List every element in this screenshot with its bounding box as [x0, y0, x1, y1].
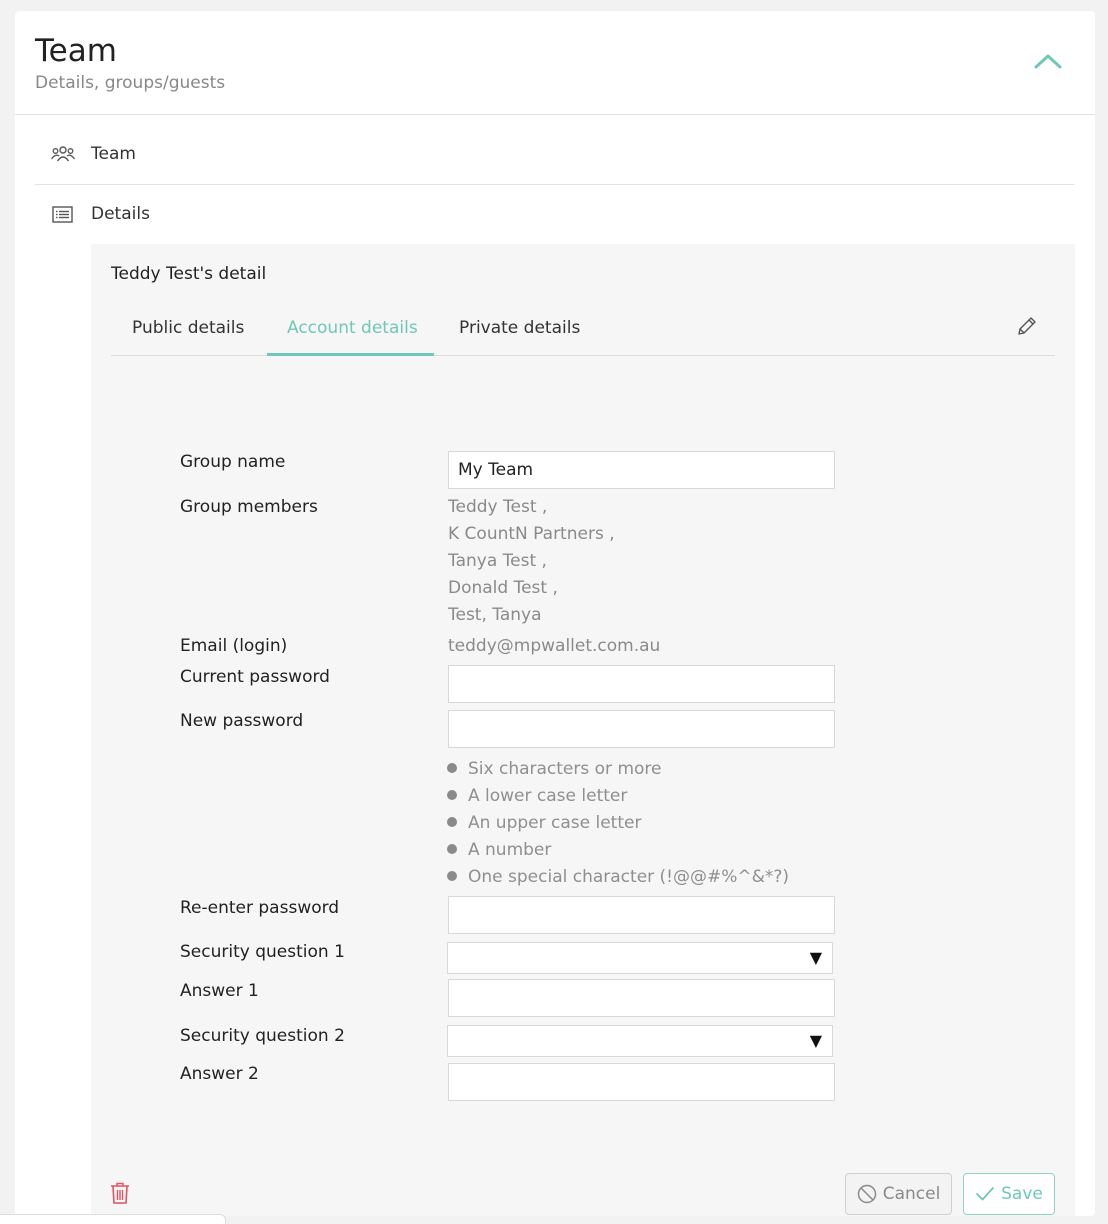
check-icon: [976, 1187, 995, 1201]
bullet-icon: [447, 790, 457, 800]
card-header: Team Details, groups/guests: [15, 11, 1095, 115]
group-name-input[interactable]: [448, 451, 835, 489]
password-rule-text: A number: [468, 840, 552, 860]
nav-item-team-label: Team: [91, 144, 136, 164]
nav-item-details[interactable]: Details: [35, 185, 1075, 245]
page-subtitle: Details, groups/guests: [35, 73, 226, 93]
email-value: teddy@mpwallet.com.au: [448, 636, 661, 656]
email-label: Email (login): [180, 636, 288, 656]
ban-icon: [857, 1184, 876, 1204]
bullet-icon: [447, 763, 457, 773]
cancel-button-label: Cancel: [882, 1184, 941, 1204]
nav-item-team[interactable]: Team: [35, 125, 1075, 185]
group-member-item: Donald Test ,: [448, 578, 558, 598]
reenter-password-input[interactable]: [448, 896, 835, 934]
security-question-2-label: Security question 2: [180, 1026, 345, 1046]
security-question-2-select[interactable]: ▼: [447, 1025, 833, 1057]
current-password-input[interactable]: [448, 665, 835, 703]
password-rule-text: An upper case letter: [468, 813, 642, 833]
bullet-icon: [447, 817, 457, 827]
group-name-label: Group name: [180, 452, 286, 472]
team-card: Team Details, groups/guests Team Details: [15, 11, 1095, 1216]
nav-item-details-label: Details: [91, 204, 150, 224]
answer-2-label: Answer 2: [180, 1064, 259, 1084]
security-question-1-select[interactable]: ▼: [447, 942, 833, 974]
password-rule: A lower case letter: [447, 786, 627, 806]
answer-2-input[interactable]: [448, 1063, 835, 1101]
group-member-item: Tanya Test ,: [448, 551, 547, 571]
group-member-item: Teddy Test ,: [448, 497, 548, 517]
save-button[interactable]: Save: [963, 1173, 1055, 1215]
panel-title: Teddy Test's detail: [111, 264, 267, 284]
password-rule: An upper case letter: [447, 813, 641, 833]
new-password-input[interactable]: [448, 710, 835, 748]
team-icon: [51, 146, 75, 162]
group-member-item: K CountN Partners ,: [448, 524, 615, 544]
active-tab-indicator: [267, 353, 434, 356]
bullet-icon: [447, 871, 457, 881]
chevron-down-icon: ▼: [809, 948, 822, 967]
save-button-label: Save: [1001, 1184, 1043, 1204]
password-rule-text: A lower case letter: [468, 786, 628, 806]
current-password-label: Current password: [180, 667, 330, 687]
tab-private-details[interactable]: Private details: [459, 318, 580, 356]
password-rule: One special character (!@@#%^&*?): [447, 867, 789, 887]
password-rule: A number: [447, 840, 551, 860]
bullet-icon: [447, 844, 457, 854]
pencil-icon[interactable]: [1015, 314, 1039, 338]
answer-1-label: Answer 1: [180, 981, 259, 1001]
group-member-item: Test, Tanya: [448, 605, 542, 625]
tab-bar: Public details Account details Private d…: [111, 310, 1055, 356]
list-icon: [52, 206, 73, 223]
security-question-1-label: Security question 1: [180, 942, 345, 962]
page-title: Team: [35, 33, 117, 69]
password-rule-text: Six characters or more: [468, 759, 662, 779]
tab-public-details[interactable]: Public details: [132, 318, 244, 356]
cancel-button[interactable]: Cancel: [845, 1173, 952, 1215]
chevron-up-icon[interactable]: [1033, 49, 1063, 73]
reenter-password-label: Re-enter password: [180, 898, 340, 918]
chevron-down-icon: ▼: [809, 1031, 822, 1050]
bottom-edge: [0, 1214, 226, 1224]
trash-icon[interactable]: [109, 1181, 131, 1205]
password-rule: Six characters or more: [447, 759, 661, 779]
answer-1-input[interactable]: [448, 979, 835, 1017]
password-rule-text: One special character (!@@#%^&*?): [468, 867, 790, 887]
details-panel: Teddy Test's detail Public details Accou…: [91, 244, 1075, 1216]
tab-account-details[interactable]: Account details: [287, 318, 418, 356]
group-members-label: Group members: [180, 497, 318, 517]
new-password-label: New password: [180, 711, 304, 731]
